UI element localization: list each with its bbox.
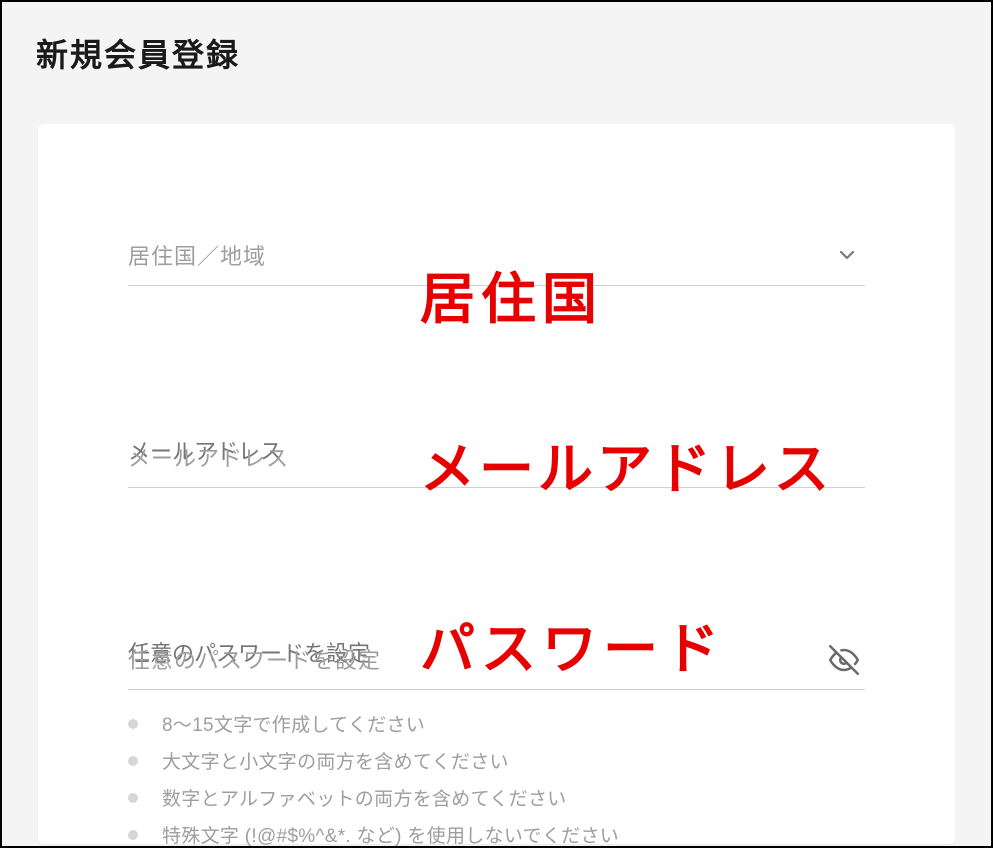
page-title: 新規会員登録: [2, 2, 991, 76]
password-rule: 大文字と小文字の両方を含めてください: [128, 747, 865, 774]
country-placeholder: 居住国／地域: [128, 239, 266, 271]
password-rule: 8〜15文字で作成してください: [128, 710, 865, 737]
password-rule: 特殊文字 (!@#$%^&*. など) を使用しないでください: [128, 821, 865, 848]
password-rules: 8〜15文字で作成してください 大文字と小文字の両方を含めてください 数字とアル…: [128, 710, 865, 848]
registration-card: 居住国／地域 メールアドレス 任意のパスワードを設定 8〜15文字で作成してくだ…: [38, 124, 955, 844]
email-field: メールアドレス: [128, 416, 865, 488]
password-field: 任意のパスワードを設定: [128, 618, 865, 690]
password-rule: 数字とアルファベットの両方を含めてください: [128, 784, 865, 811]
password-input[interactable]: [128, 618, 865, 689]
chevron-down-icon: [835, 243, 859, 267]
eye-off-icon[interactable]: [829, 645, 859, 675]
country-field[interactable]: 居住国／地域: [128, 214, 865, 286]
email-input[interactable]: [128, 416, 865, 487]
